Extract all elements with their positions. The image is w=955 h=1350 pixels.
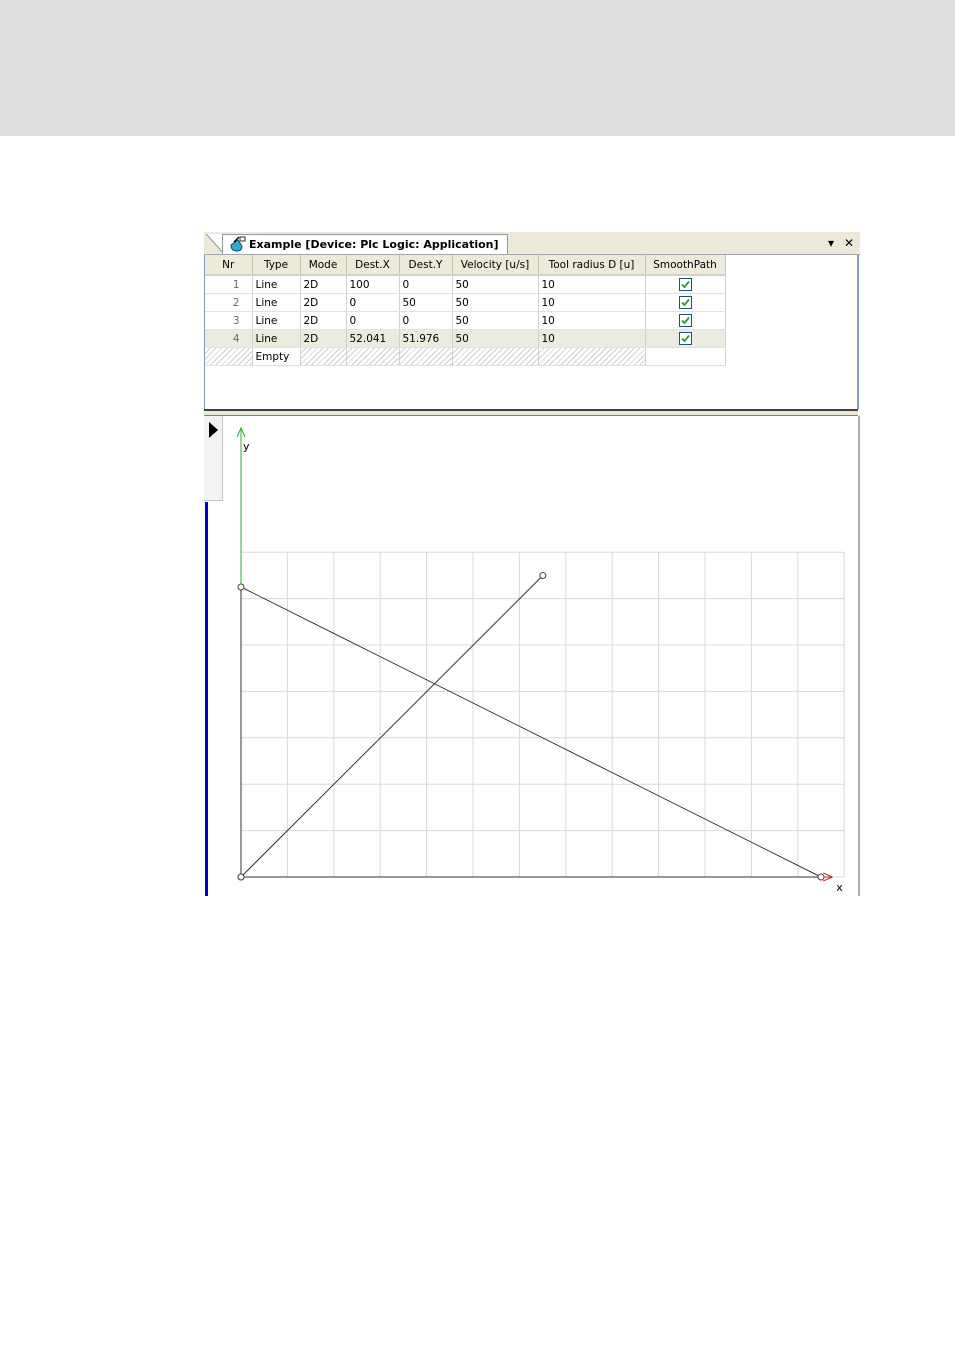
empty-cell — [346, 347, 400, 366]
empty-cell — [538, 347, 646, 366]
table-row[interactable]: 3 Line 2D 0 0 50 10 — [205, 311, 726, 330]
empty-cell — [399, 347, 453, 366]
cell-mode[interactable]: 2D — [300, 329, 347, 348]
command-grid-pane: Nr Type Mode Dest.X Dest.Y Velocity [u/s… — [204, 255, 859, 409]
table-header-row: Nr Type Mode Dest.X Dest.Y Velocity [u/s… — [205, 255, 726, 276]
path-point — [817, 873, 825, 881]
cell-tool-radius[interactable]: 10 — [538, 293, 646, 312]
empty-cell — [452, 347, 539, 366]
smooth-path-checkbox[interactable] — [678, 332, 692, 345]
path-point — [539, 572, 547, 580]
cell-dest-y[interactable]: 0 — [399, 311, 453, 330]
column-header-type[interactable]: Type — [252, 255, 301, 276]
dropdown-arrow-icon[interactable]: ▾ — [824, 234, 838, 252]
page-top-band — [0, 0, 955, 136]
editor-tab[interactable]: Example [Device: Plc Logic: Application] — [222, 234, 508, 254]
column-header-tool-radius[interactable]: Tool radius D [u] — [538, 255, 646, 276]
cam-editor-icon — [228, 236, 246, 253]
smooth-path-checkbox[interactable] — [678, 296, 692, 309]
path-segment — [240, 575, 544, 878]
cam-editor-window: Example [Device: Plc Logic: Application]… — [204, 232, 860, 896]
column-header-mode[interactable]: Mode — [300, 255, 347, 276]
cell-smooth-path — [645, 275, 726, 294]
cell-mode[interactable]: 2D — [300, 311, 347, 330]
table-row[interactable]: 2 Line 2D 0 50 50 10 — [205, 293, 726, 312]
cell-type[interactable]: Line — [252, 311, 301, 330]
command-table: Nr Type Mode Dest.X Dest.Y Velocity [u/s… — [205, 255, 726, 366]
tab-title: Example [Device: Plc Logic: Application] — [249, 238, 499, 251]
y-axis-label: y — [243, 440, 250, 453]
cell-dest-x[interactable]: 100 — [346, 275, 400, 294]
cell-tool-radius[interactable]: 10 — [538, 275, 646, 294]
cell-velocity[interactable]: 50 — [452, 311, 539, 330]
cell-type[interactable]: Line — [252, 275, 301, 294]
cell-velocity[interactable]: 50 — [452, 293, 539, 312]
x-axis-label: x — [836, 881, 843, 894]
column-header-dest-x[interactable]: Dest.X — [346, 255, 400, 276]
cell-nr[interactable]: 2 — [205, 293, 253, 312]
cell-tool-radius[interactable]: 10 — [538, 329, 646, 348]
cell-nr[interactable]: 3 — [205, 311, 253, 330]
cell-dest-y[interactable]: 0 — [399, 275, 453, 294]
empty-cell — [205, 347, 253, 366]
cell-dest-x[interactable]: 0 — [346, 293, 400, 312]
cell-smooth-path — [645, 311, 726, 330]
cell-nr[interactable]: 4 — [205, 329, 253, 348]
tab-strip: Example [Device: Plc Logic: Application]… — [204, 232, 860, 255]
path-plot[interactable]: xy — [204, 416, 860, 896]
column-header-nr[interactable]: Nr — [205, 255, 253, 276]
cell-smooth-path — [645, 293, 726, 312]
path-point — [237, 583, 245, 591]
cell-dest-x[interactable]: 0 — [346, 311, 400, 330]
cell-dest-y[interactable]: 50 — [399, 293, 453, 312]
cell-nr[interactable]: 1 — [205, 275, 253, 294]
path-point — [237, 873, 245, 881]
cell-tool-radius[interactable]: 10 — [538, 311, 646, 330]
smooth-path-checkbox[interactable] — [678, 314, 692, 327]
column-header-dest-y[interactable]: Dest.Y — [399, 255, 453, 276]
path-plot-pane: xy — [204, 416, 860, 896]
cell-dest-x[interactable]: 52.041 — [346, 329, 400, 348]
cell-dest-y[interactable]: 51.976 — [399, 329, 453, 348]
cell-smooth-path — [645, 329, 726, 348]
column-header-smooth-path[interactable]: SmoothPath — [645, 255, 726, 276]
cell-mode[interactable]: 2D — [300, 275, 347, 294]
cell-type[interactable]: Empty — [252, 347, 301, 366]
smooth-path-checkbox[interactable] — [678, 278, 692, 291]
table-row[interactable]: 1 Line 2D 100 0 50 10 — [205, 275, 726, 294]
cell-type[interactable]: Line — [252, 293, 301, 312]
pane-splitter[interactable] — [204, 409, 858, 416]
table-row[interactable]: 4 Line 2D 52.041 51.976 50 10 — [205, 329, 726, 348]
cell-velocity[interactable]: 50 — [452, 275, 539, 294]
empty-cell — [645, 347, 726, 366]
cell-mode[interactable]: 2D — [300, 293, 347, 312]
close-icon[interactable]: ✕ — [842, 234, 856, 252]
cell-velocity[interactable]: 50 — [452, 329, 539, 348]
path-segment — [240, 586, 822, 878]
empty-cell — [300, 347, 347, 366]
cell-type[interactable]: Line — [252, 329, 301, 348]
empty-row[interactable]: Empty — [205, 347, 726, 366]
column-header-velocity[interactable]: Velocity [u/s] — [452, 255, 539, 276]
